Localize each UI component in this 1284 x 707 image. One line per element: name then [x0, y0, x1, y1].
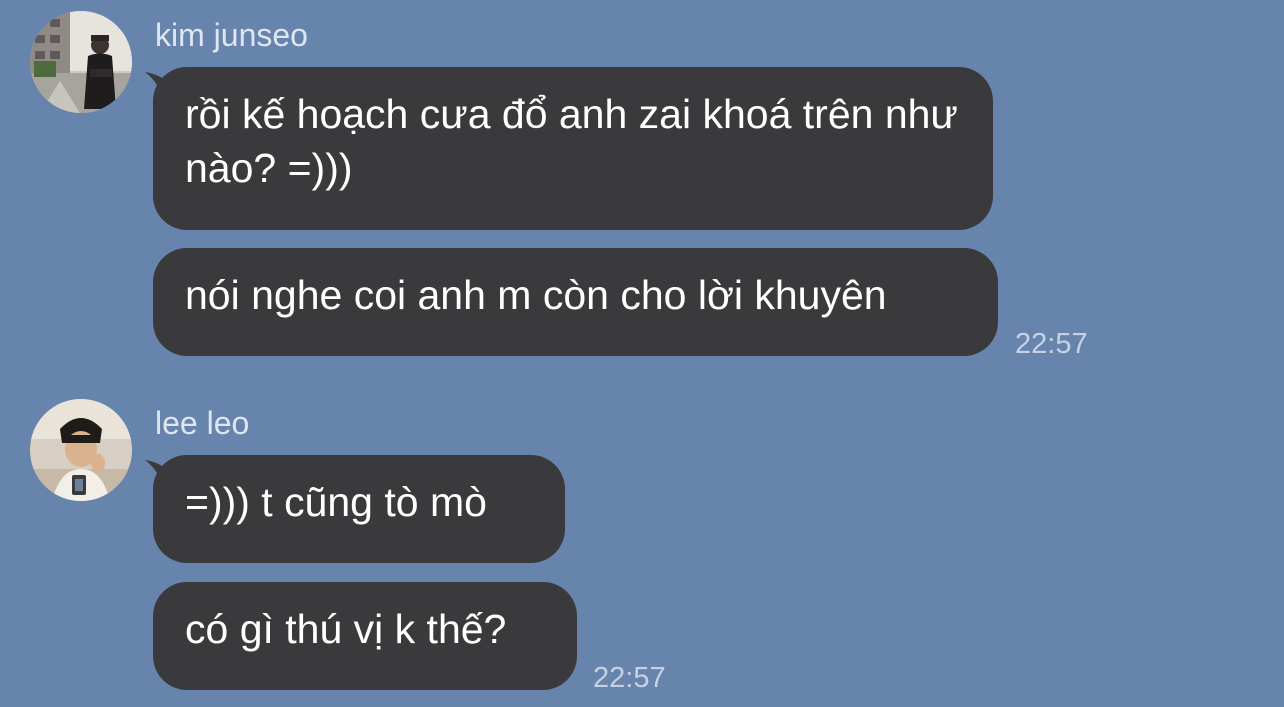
sender-name: lee leo	[155, 405, 250, 441]
message-bubble[interactable]: có gì thú vị k thế?	[153, 582, 577, 690]
message-text: =))) t cũng tò mò	[185, 479, 487, 525]
message-timestamp: 22:57	[593, 662, 666, 694]
message-group: lee leo =))) t cũng tò mò có gì thú vị k…	[0, 0, 1284, 707]
lee-leo-avatar-image	[30, 399, 132, 501]
message-bubble[interactable]: =))) t cũng tò mò	[153, 455, 565, 563]
chat-thread: kim junseo rồi kế hoạch cưa đổ anh zai k…	[0, 0, 1284, 707]
avatar[interactable]	[30, 399, 132, 501]
message-text: có gì thú vị k thế?	[185, 606, 507, 652]
